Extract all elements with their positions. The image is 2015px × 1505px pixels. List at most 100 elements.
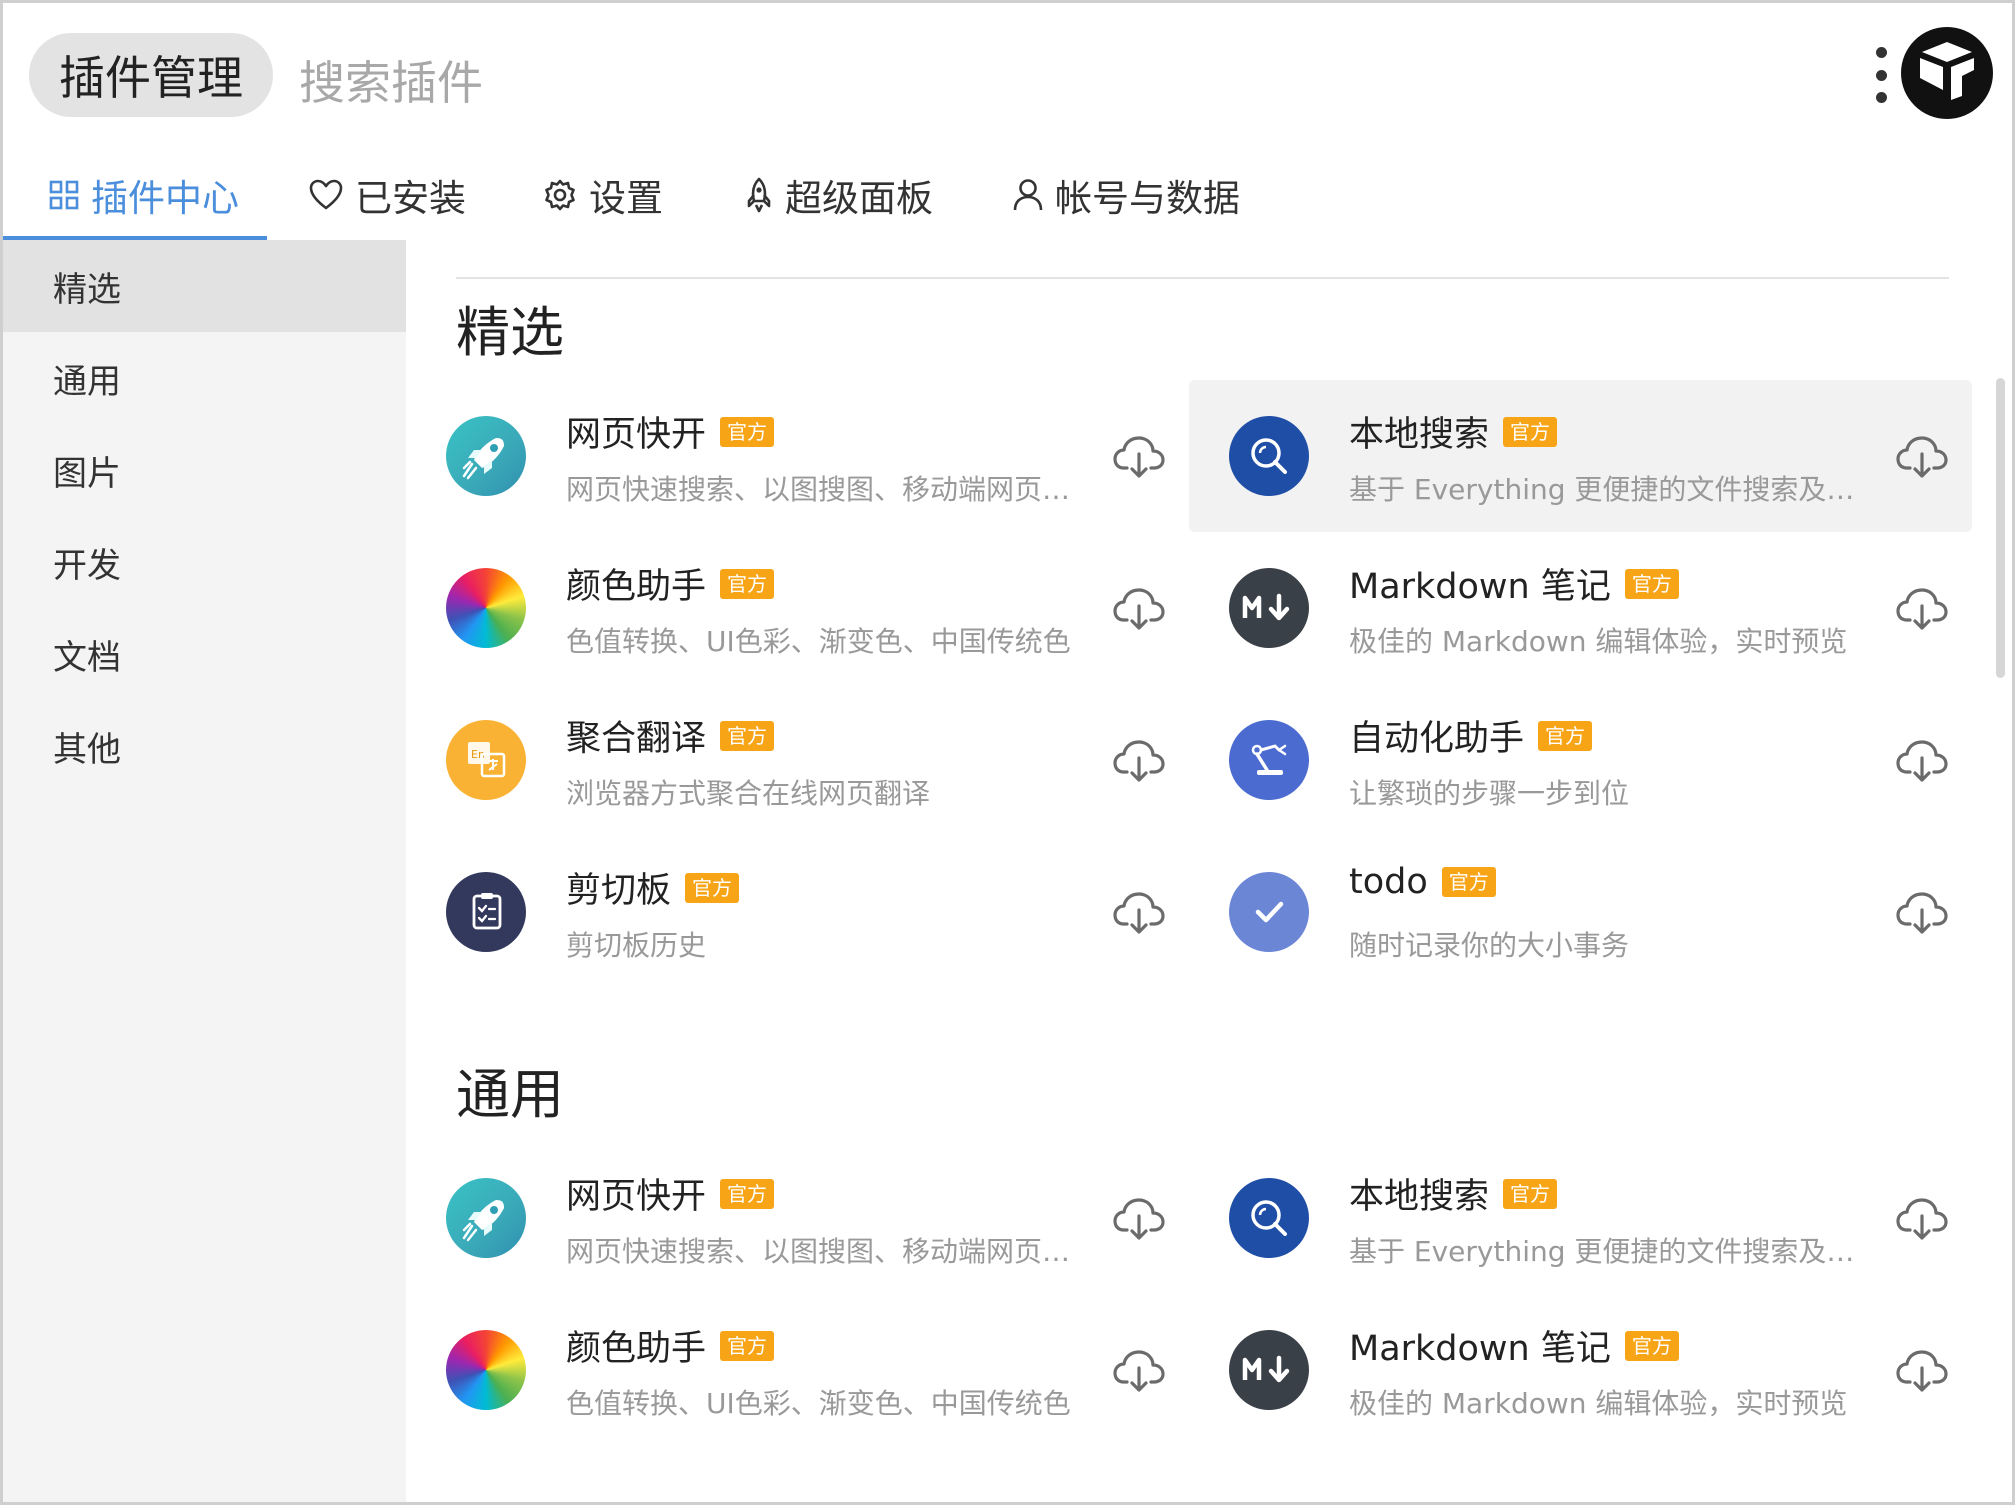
plugin-title-row: 本地搜索 官方: [1349, 1168, 1558, 1219]
plugin-title-row: todo 官方: [1349, 862, 1496, 902]
gear-icon: [545, 179, 575, 211]
plugin-name: 剪切板: [566, 871, 672, 911]
plugin-name: 本地搜索: [1349, 1177, 1490, 1217]
official-badge: 官方: [1441, 867, 1496, 897]
download-cloud-icon[interactable]: [1895, 890, 1949, 936]
color-wheel-icon: [446, 568, 526, 648]
plugin-card[interactable]: 本地搜索官方基于 Everything 更便捷的文件搜索及快速打开: [1189, 1142, 1972, 1294]
more-menu-icon[interactable]: [1873, 47, 1889, 103]
plugin-card[interactable]: 颜色助手 官方 色值转换、UI色彩、渐变色、中国传统色: [406, 532, 1189, 684]
download-cloud-icon[interactable]: [1895, 1196, 1949, 1242]
search-input[interactable]: 搜索插件: [299, 47, 483, 113]
plugin-card[interactable]: 颜色助手 官方色值转换、UI色彩、渐变色、中国传统色: [406, 1294, 1189, 1446]
official-badge: 官方: [720, 1330, 775, 1361]
download-cloud-icon[interactable]: [1895, 586, 1949, 632]
tab-label: 帐号与数据: [1055, 177, 1240, 220]
plugin-description: 剪切板历史: [566, 929, 707, 962]
rocket-icon: [446, 416, 526, 496]
plugin-title-row: 颜色助手 官方: [566, 1320, 775, 1371]
plugin-name: 网页快开: [566, 1177, 707, 1217]
markdown-icon: [1229, 568, 1309, 648]
plugin-title-row: 网页快开 官方: [566, 406, 775, 457]
plugin-card[interactable]: 本地搜索官方基于 Everything 更便捷的文件搜索及快速打开: [1189, 380, 1972, 532]
plugin-list: 精选 网页快开 官方 网页快速搜索、以图搜图、移动端网页打开 本地搜索 官方 基于 Ever…: [406, 240, 2012, 1502]
page-title: 插件管理: [29, 33, 273, 117]
plugin-card[interactable]: Markdown 笔记 官方极佳的 Markdown 编辑体验，实时预览: [1189, 1294, 1972, 1446]
official-badge: 官方: [685, 872, 740, 903]
search-icon: [1229, 416, 1309, 496]
category-sidebar: 精选 通用 图片 开发 文档 其他: [3, 240, 406, 1502]
official-badge: 官方: [1503, 1178, 1558, 1209]
grid-icon: [49, 180, 79, 210]
header: 插件管理 搜索插件: [3, 3, 2012, 143]
download-cloud-icon[interactable]: [1112, 890, 1166, 936]
plugin-card[interactable]: todo 官方 随时记录你的大小事务: [1189, 836, 1972, 988]
tab-account-data[interactable]: 帐号与数据: [1013, 148, 1240, 242]
plugin-name: 网页快开: [566, 415, 707, 455]
robot-arm-icon: [1229, 720, 1309, 800]
plugin-name: Markdown 笔记: [1349, 1329, 1611, 1369]
plugin-card[interactable]: 自动化助手 官方 让繁琐的步骤一步到位: [1189, 684, 1972, 836]
plugin-card[interactable]: 剪切板 官方剪切板历史: [406, 836, 1189, 988]
scrollbar[interactable]: [1996, 378, 2005, 678]
tab-settings[interactable]: 设置: [543, 148, 663, 242]
plugin-name: todo: [1349, 862, 1428, 902]
plugin-manager-window: 插件管理 搜索插件 插件中心 已安装 设置 超级面板 帐号与数据 精选 通用 图…: [0, 0, 2015, 1505]
section-title: 通用: [456, 1063, 564, 1126]
plugin-card[interactable]: Markdown 笔记 官方极佳的 Markdown 编辑体验，实时预览: [1189, 532, 1972, 684]
download-cloud-icon[interactable]: [1895, 1348, 1949, 1394]
heart-icon: [309, 179, 343, 210]
color-wheel-icon: [446, 1330, 526, 1410]
sidebar-item-featured[interactable]: 精选: [3, 240, 406, 332]
plugin-card[interactable]: En 聚合翻译 官方 浏览器方式聚合在线网页翻译: [406, 684, 1189, 836]
plugin-description: 网页快速搜索、以图搜图、移动端网页打开: [566, 1235, 1086, 1268]
plugin-description: 极佳的 Markdown 编辑体验，实时预览: [1349, 1387, 1848, 1420]
plugin-description: 网页快速搜索、以图搜图、移动端网页打开: [566, 473, 1086, 506]
tab-label: 超级面板: [785, 177, 933, 220]
plugin-name: Markdown 笔记: [1349, 567, 1611, 607]
app-logo-avatar[interactable]: [1901, 27, 1993, 119]
tab-label: 插件中心: [91, 177, 239, 220]
sidebar-item-documents[interactable]: 文档: [3, 608, 406, 700]
download-cloud-icon[interactable]: [1112, 586, 1166, 632]
plugin-title-row: 本地搜索 官方: [1349, 406, 1558, 457]
user-icon: [1013, 179, 1043, 211]
official-badge: 官方: [1538, 720, 1593, 751]
official-badge: 官方: [1624, 568, 1679, 599]
plugin-description: 极佳的 Markdown 编辑体验，实时预览: [1349, 625, 1848, 658]
sidebar-item-general[interactable]: 通用: [3, 332, 406, 424]
official-badge: 官方: [720, 568, 775, 599]
sidebar-item-other[interactable]: 其他: [3, 700, 406, 792]
download-cloud-icon[interactable]: [1112, 1348, 1166, 1394]
sidebar-item-development[interactable]: 开发: [3, 516, 406, 608]
official-badge: 官方: [1503, 416, 1558, 447]
download-cloud-icon[interactable]: [1112, 434, 1166, 480]
tab-label: 已安装: [355, 177, 466, 220]
tab-installed[interactable]: 已安装: [309, 148, 466, 242]
check-icon: [1229, 872, 1309, 952]
plugin-card[interactable]: 网页快开 官方网页快速搜索、以图搜图、移动端网页打开: [406, 380, 1189, 532]
plugin-description: 色值转换、UI色彩、渐变色、中国传统色: [566, 1387, 1071, 1420]
plugin-name: 自动化助手: [1349, 719, 1525, 759]
rocket-icon: [747, 177, 771, 213]
tab-super-panel[interactable]: 超级面板: [745, 148, 933, 242]
tab-plugin-center[interactable]: 插件中心: [49, 148, 239, 242]
download-cloud-icon[interactable]: [1895, 738, 1949, 784]
tab-bar: 插件中心 已安装 设置 超级面板 帐号与数据: [3, 148, 2012, 242]
plugin-name: 聚合翻译: [566, 719, 707, 759]
plugin-title-row: 剪切板 官方: [566, 862, 740, 913]
rocket-icon: [446, 1178, 526, 1258]
sidebar-item-images[interactable]: 图片: [3, 424, 406, 516]
official-badge: 官方: [1624, 1330, 1679, 1361]
plugin-description: 基于 Everything 更便捷的文件搜索及快速打开: [1349, 473, 1869, 506]
official-badge: 官方: [720, 720, 775, 751]
official-badge: 官方: [720, 416, 775, 447]
download-cloud-icon[interactable]: [1112, 738, 1166, 784]
tab-label: 设置: [589, 177, 663, 220]
plugin-title-row: 自动化助手 官方: [1349, 710, 1593, 761]
download-cloud-icon[interactable]: [1112, 1196, 1166, 1242]
section-title: 精选: [456, 301, 564, 364]
plugin-card[interactable]: 网页快开 官方 网页快速搜索、以图搜图、移动端网页打开: [406, 1142, 1189, 1294]
download-cloud-icon[interactable]: [1895, 434, 1949, 480]
plugin-title-row: 聚合翻译 官方: [566, 710, 775, 761]
